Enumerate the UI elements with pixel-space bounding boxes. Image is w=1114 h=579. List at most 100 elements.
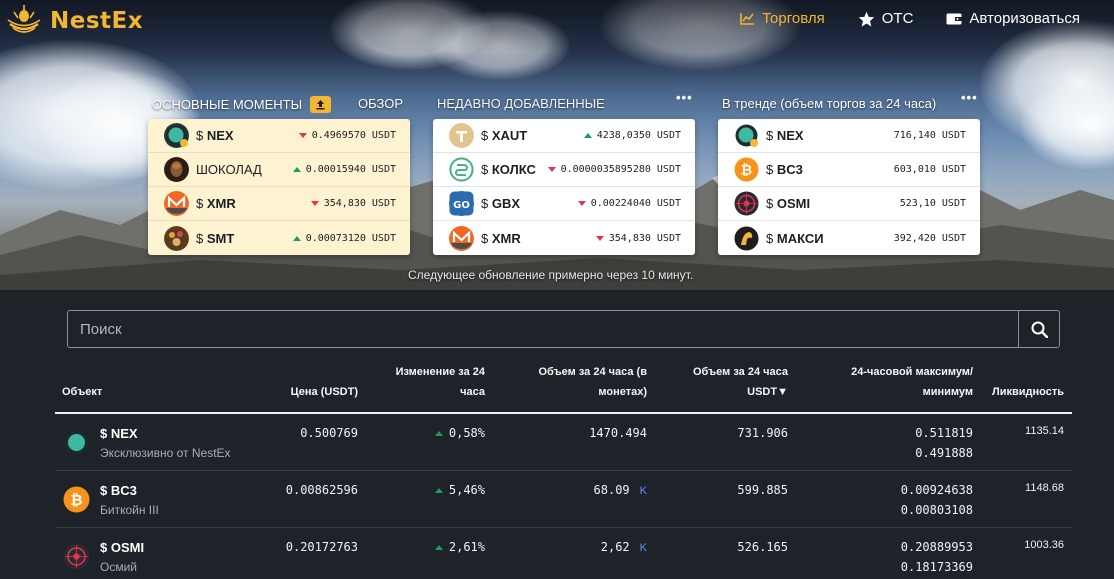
change-value: 0,58%: [448, 426, 485, 440]
trending-row-osmi[interactable]: $ OSMI 523,10 USDT: [718, 187, 980, 221]
trend-up-icon: [292, 167, 301, 172]
trending-name: $ МАКСИ: [766, 230, 824, 246]
nex-coin-icon: [63, 429, 90, 456]
change-value: 2,61%: [448, 540, 485, 554]
gbx-coin-icon: GO: [449, 191, 474, 216]
trending-row-bc3[interactable]: ₿ $ BC3 603,010 USDT: [718, 153, 980, 187]
coin-name: $ BC3: [100, 483, 137, 498]
tab-overview[interactable]: ОБЗОР: [358, 96, 403, 111]
nex-coin-icon: [164, 123, 189, 148]
table-row[interactable]: ₿ $ BC3 Биткойн III 0.00862596 5,46% 68.…: [55, 472, 1072, 528]
col-object[interactable]: Объект: [62, 382, 102, 402]
trend-down-icon: [547, 167, 556, 172]
table-header: Объект Цена (USDT) Изменение за 24 часа О…: [55, 366, 1072, 414]
recent-value: 0.0000035895280 USDT: [560, 164, 681, 175]
trending-more-button[interactable]: •••: [961, 90, 978, 105]
chocolate-coin-icon: [164, 157, 189, 182]
search-input[interactable]: [68, 311, 1018, 347]
col-price[interactable]: Цена (USDT): [291, 382, 358, 402]
col-volume-coins[interactable]: Объем за 24 часа (в монетах): [538, 362, 647, 402]
volume-usdt-value: 599.885: [737, 483, 788, 497]
recent-name: $ XMR: [481, 230, 521, 246]
recent-row-xmr[interactable]: $ XMR 354,830 USDT: [433, 221, 695, 255]
trending-value: 523,10 USDT: [899, 198, 966, 209]
col-high-low[interactable]: 24-часовой максимум/минимум: [851, 362, 973, 402]
nav-otc[interactable]: OTC: [858, 10, 914, 27]
top-nav: Торговля OTC Авторизоваться: [740, 10, 1114, 27]
col-liquidity[interactable]: Ликвидность: [992, 382, 1064, 402]
highlight-row-xmr[interactable]: $ XMR 354,830 USDT: [148, 187, 410, 221]
nav-trading-label: Торговля: [762, 10, 825, 27]
high-value: 0.20889953: [900, 540, 973, 554]
thousands-suffix: K: [639, 542, 647, 554]
wallet-icon: [946, 13, 963, 25]
recent-row-gbx[interactable]: GO $ GBX 0.00224040 USDT: [433, 187, 695, 221]
highlight-row-chocolate[interactable]: ШОКОЛАД 0.00015940 USDT: [148, 153, 410, 187]
highlight-value: 0.00015940 USDT: [305, 164, 396, 175]
tab-highlights-label: ОСНОВНЫЕ МОМЕНТЫ: [152, 97, 303, 112]
highlight-row-smt[interactable]: $ SMT 0.00073120 USDT: [148, 221, 410, 255]
table-row[interactable]: $ OSMI Осмий 0.20172763 2,61% 2,62 K 526.…: [55, 529, 1072, 579]
liquidity-value: 1135.14: [1025, 425, 1064, 437]
trending-value: 603,010 USDT: [893, 164, 966, 175]
price-value: 0.00862596: [285, 483, 358, 497]
bitcoin-coin-icon: ₿: [734, 157, 759, 182]
trend-down-icon: [310, 201, 319, 206]
low-value: 0.18173369: [900, 560, 973, 574]
volume-coins-value: 68.09: [593, 483, 630, 497]
smt-coin-icon: [164, 225, 189, 251]
nest-logo-icon: [7, 5, 41, 33]
trending-row-nex[interactable]: $ NEX 716,140 USDT: [718, 119, 980, 153]
trending-name: $ OSMI: [766, 196, 811, 211]
highlight-row-nex[interactable]: $ NEX 0.4969570 USDT: [148, 119, 410, 153]
nex-coin-icon: [734, 123, 759, 148]
volume-usdt-value: 526.165: [737, 540, 788, 554]
recent-name: $ XAUT: [481, 128, 528, 143]
low-value: 0.00803108: [900, 503, 973, 517]
brand-logo[interactable]: NestEx: [4, 4, 143, 38]
kolks-coin-icon: [449, 157, 474, 182]
nav-trading[interactable]: Торговля: [740, 10, 825, 27]
col-change[interactable]: Изменение за 24 часа: [396, 362, 485, 402]
trend-up-icon: [434, 430, 443, 436]
nav-otc-label: OTC: [881, 10, 914, 27]
recent-name: $ GBX: [481, 196, 521, 211]
star-icon: [858, 11, 874, 27]
trending-row-maxi[interactable]: $ МАКСИ 392,420 USDT: [718, 221, 980, 255]
highlight-name: $ NEX: [196, 128, 234, 143]
col-volume-usdt[interactable]: Объем за 24 часа USDT▼: [693, 362, 788, 402]
monero-coin-icon: [164, 191, 189, 216]
trend-up-icon: [434, 544, 443, 550]
trending-value: 392,420 USDT: [893, 232, 966, 244]
recent-name: $ КОЛКС: [481, 162, 536, 177]
svg-text:₿: ₿: [70, 491, 82, 509]
liquidity-value: 1148.68: [1025, 482, 1064, 494]
tab-highlights[interactable]: ОСНОВНЫЕ МОМЕНТЫ: [152, 96, 332, 113]
search-button[interactable]: [1018, 311, 1059, 347]
nav-login-label: Авторизоваться: [969, 10, 1080, 27]
tether-gold-coin-icon: [449, 123, 474, 148]
coin-description: Биткойн III: [100, 503, 159, 517]
trending-name: $ NEX: [766, 128, 804, 143]
recent-more-button[interactable]: •••: [676, 90, 693, 105]
highlight-name: ШОКОЛАД: [196, 162, 262, 177]
nav-login[interactable]: Авторизоваться: [946, 10, 1080, 27]
upload-badge-icon: [310, 96, 332, 113]
highlight-name: $ XMR: [196, 196, 236, 211]
highlight-value: 354,830 USDT: [323, 198, 396, 209]
trending-name: $ BC3: [766, 162, 803, 177]
recent-value: 354,830 USDT: [608, 232, 681, 244]
monero-coin-icon: [449, 225, 474, 251]
coin-name: $ OSMI: [100, 540, 145, 555]
brand-name: NestEx: [50, 8, 144, 34]
high-value: 0.511819: [915, 426, 973, 440]
recent-title: НЕДАВНО ДОБАВЛЕННЫЕ: [437, 96, 605, 111]
svg-text:GO: GO: [453, 200, 470, 211]
osmi-coin-icon: [63, 543, 90, 570]
table-row[interactable]: $ NEX Эксклюзивно от NestEx 0.500769 0,5…: [55, 415, 1072, 471]
recent-title-label: НЕДАВНО ДОБАВЛЕННЫЕ: [437, 96, 605, 111]
recent-row-kolks[interactable]: $ КОЛКС 0.0000035895280 USDT: [433, 153, 695, 187]
recent-row-xaut[interactable]: $ XAUT 4238,0350 USDT: [433, 119, 695, 153]
highlight-value: 0.4969570 USDT: [311, 130, 396, 141]
search-bar: [67, 310, 1060, 348]
